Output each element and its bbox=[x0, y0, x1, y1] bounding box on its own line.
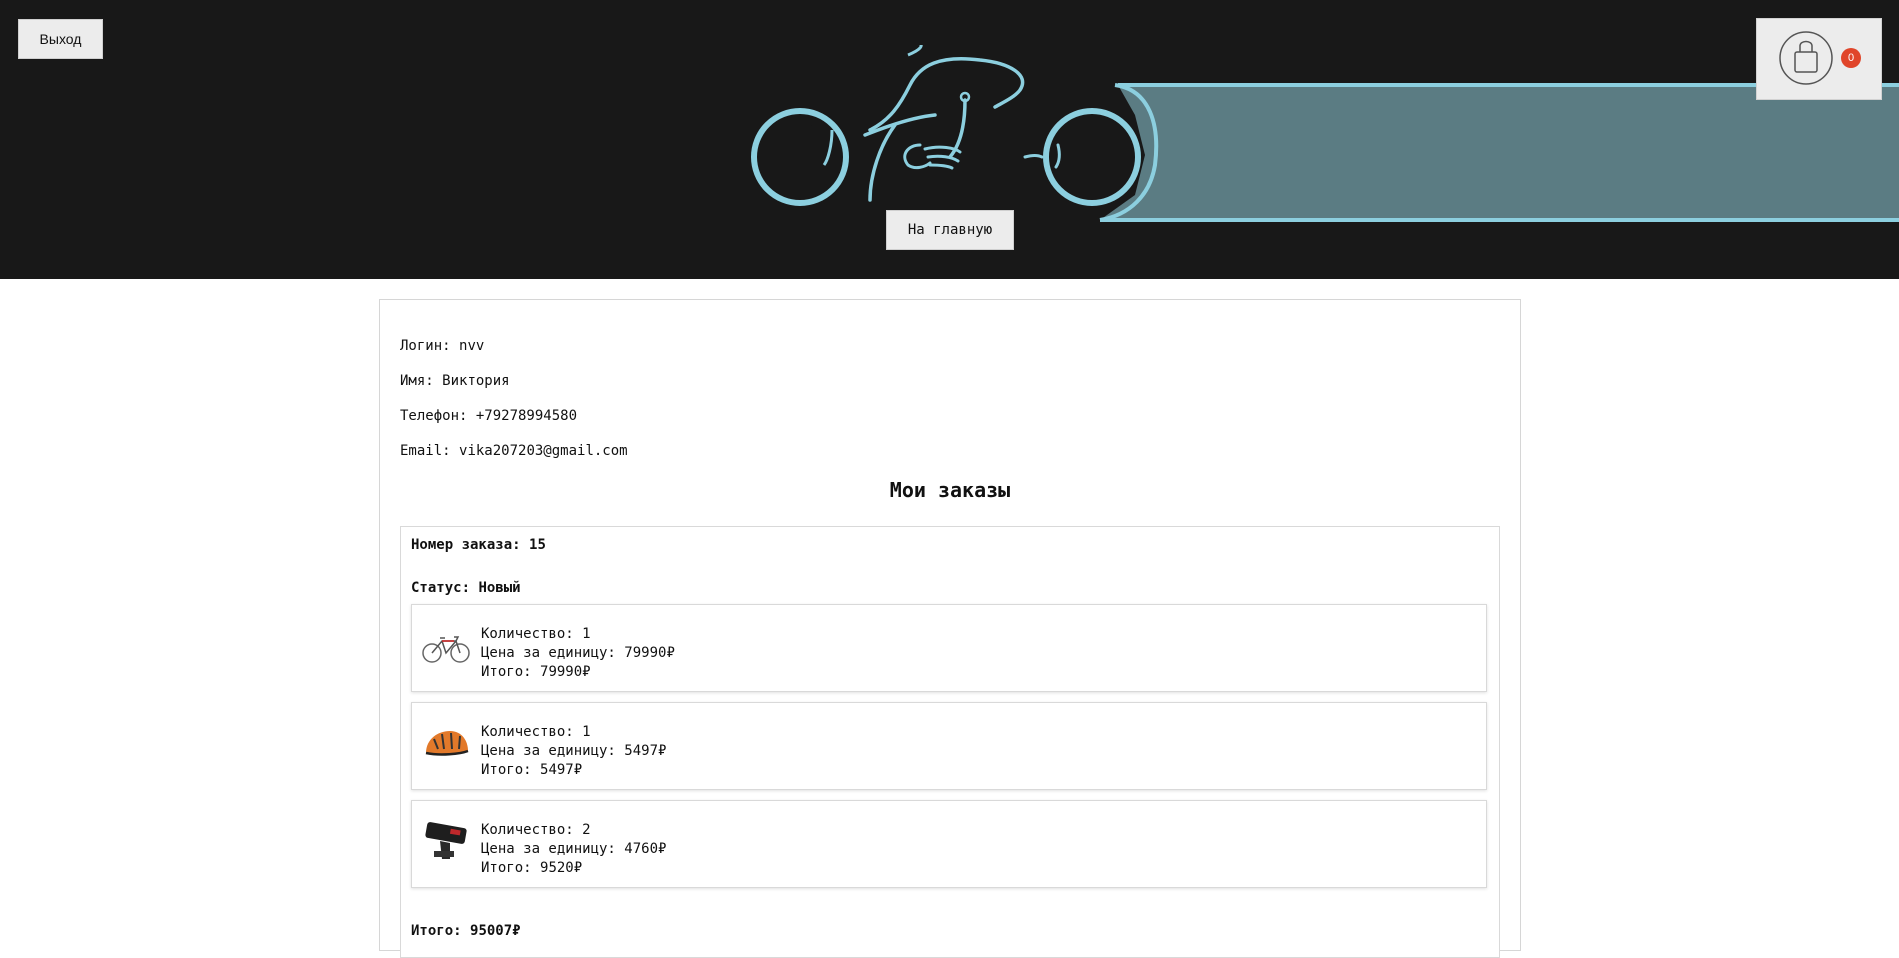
item-total: 5497₽ bbox=[540, 762, 583, 778]
order-card: Номер заказа: 15 Статус: Новый Количеств… bbox=[400, 526, 1500, 958]
item-details: Количество: 1 Цена за единицу: 79990₽ Ит… bbox=[481, 625, 675, 682]
login-label: Логин: bbox=[400, 338, 460, 354]
profile-card: Логин: nvv Имя: Виктория Телефон: +79278… bbox=[379, 299, 1521, 958]
grand-total-value: 95007₽ bbox=[470, 923, 521, 939]
order-status-label: Статус: bbox=[411, 580, 479, 596]
motorcycle-logo-icon bbox=[751, 45, 1899, 222]
item-price-label: Цена за единицу: bbox=[481, 645, 625, 661]
item-qty: 1 bbox=[582, 626, 591, 642]
orders-title: Мои заказы bbox=[889, 478, 1011, 502]
phone-value: +79278994580 bbox=[475, 408, 578, 424]
grand-total-label: Итого: bbox=[411, 923, 471, 939]
phone-label: Телефон: bbox=[400, 408, 476, 424]
order-item: Количество: 1 Цена за единицу: 79990₽ Ит… bbox=[411, 604, 1487, 692]
order-number-value: 15 bbox=[529, 537, 546, 553]
email-label: Email: bbox=[400, 443, 460, 459]
item-details: Количество: 1 Цена за единицу: 5497₽ Ито… bbox=[481, 723, 666, 780]
email-row: Email: vika207203@gmail.com bbox=[400, 443, 628, 459]
bicycle-image bbox=[422, 636, 470, 663]
item-price-label: Цена за единицу: bbox=[481, 743, 625, 759]
item-total: 9520₽ bbox=[540, 860, 583, 876]
name-row: Имя: Виктория bbox=[400, 373, 510, 389]
bike-light-image bbox=[425, 822, 467, 859]
login-value: nvv bbox=[459, 338, 485, 354]
order-number: Номер заказа: 15 bbox=[411, 537, 546, 553]
login-row: Логин: nvv bbox=[400, 338, 484, 354]
shopping-bag-icon bbox=[1779, 31, 1833, 85]
item-price: 4760₽ bbox=[624, 841, 667, 857]
name-value: Виктория bbox=[442, 373, 510, 389]
order-status-value: Новый bbox=[478, 580, 521, 596]
name-label: Имя: bbox=[400, 373, 443, 389]
item-qty: 2 bbox=[582, 822, 591, 838]
item-price: 79990₽ bbox=[624, 645, 675, 661]
order-number-label: Номер заказа: bbox=[411, 537, 530, 553]
item-details: Количество: 2 Цена за единицу: 4760₽ Ито… bbox=[481, 821, 666, 878]
cart-count-badge: 0 bbox=[1841, 48, 1861, 68]
site-header: Выход На главную 0 bbox=[0, 0, 1899, 279]
cart-button[interactable]: 0 bbox=[1756, 18, 1882, 100]
order-item: Количество: 2 Цена за единицу: 4760₽ Ито… bbox=[411, 800, 1487, 888]
order-grand-total: Итого: 95007₽ bbox=[411, 923, 521, 939]
item-total-label: Итого: bbox=[481, 860, 541, 876]
email-value: vika207203@gmail.com bbox=[459, 443, 628, 459]
item-total: 79990₽ bbox=[540, 664, 591, 680]
item-price: 5497₽ bbox=[624, 743, 667, 759]
item-qty-label: Количество: bbox=[481, 724, 583, 740]
logout-button[interactable]: Выход bbox=[18, 19, 103, 59]
item-qty: 1 bbox=[582, 724, 591, 740]
order-status: Статус: Новый bbox=[411, 580, 521, 596]
order-item: Количество: 1 Цена за единицу: 5497₽ Ито… bbox=[411, 702, 1487, 790]
item-price-label: Цена за единицу: bbox=[481, 841, 625, 857]
item-qty-label: Количество: bbox=[481, 626, 583, 642]
helmet-image bbox=[425, 731, 469, 756]
phone-row: Телефон: +79278994580 bbox=[400, 408, 577, 424]
home-button[interactable]: На главную bbox=[886, 210, 1014, 250]
item-total-label: Итого: bbox=[481, 664, 541, 680]
item-total-label: Итого: bbox=[481, 762, 541, 778]
item-qty-label: Количество: bbox=[481, 822, 583, 838]
